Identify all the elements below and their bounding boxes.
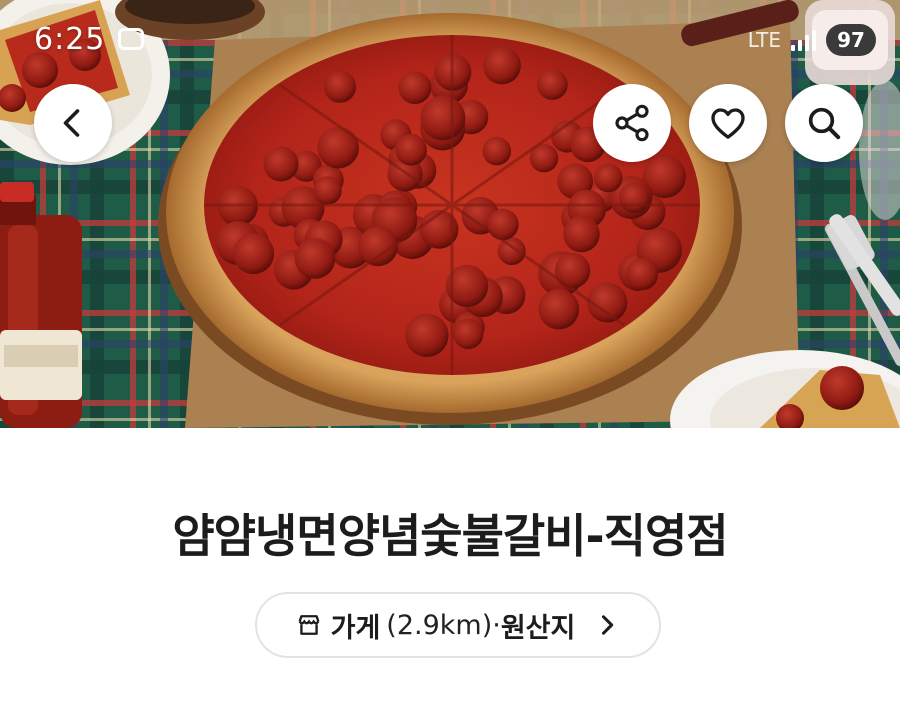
pepperoni-slice — [482, 136, 512, 166]
store-name: 얌얌냉면양념숯불갈비-직영점 — [172, 509, 728, 563]
pepperoni-slice — [537, 69, 568, 100]
pepperoni-slice — [233, 233, 275, 275]
pepperoni-slice — [554, 252, 591, 289]
pepperoni-slice — [483, 46, 521, 85]
info-separator: · — [492, 609, 501, 641]
search-button[interactable] — [785, 84, 863, 162]
pepperoni-slice — [323, 70, 356, 103]
pepperoni-slice — [420, 95, 466, 141]
status-time: 6:25 — [34, 22, 106, 57]
hero-image — [0, 0, 900, 428]
pepperoni-slice — [263, 146, 299, 182]
pepperoni-slice — [398, 71, 432, 105]
pepperoni-slice — [317, 126, 360, 169]
search-icon — [808, 107, 841, 140]
screenshot-icon — [118, 28, 144, 50]
pepperoni-slice — [487, 208, 519, 241]
pepperoni-slice — [313, 176, 342, 205]
pepperoni-slice — [395, 134, 427, 166]
network-indicator: LTE — [747, 28, 781, 52]
heart-icon — [711, 108, 745, 139]
pepperoni-slice — [405, 313, 449, 357]
status-indicators: LTE 97 — [748, 24, 876, 56]
pepperoni-slice — [593, 163, 623, 193]
pepperoni-slice — [453, 318, 484, 349]
signal-icon — [791, 29, 816, 51]
back-button[interactable] — [34, 84, 112, 162]
store-icon — [298, 615, 320, 635]
pepperoni-slice — [294, 238, 336, 279]
origin-label: 원산지 — [500, 612, 576, 644]
store-info-text: 가게 (2.9km) · 원산지 — [331, 606, 576, 645]
pepperoni-slice — [618, 182, 650, 214]
chevron-right-icon — [602, 615, 614, 635]
share-icon — [615, 104, 649, 142]
pepperoni-slice — [538, 288, 580, 330]
battery-indicator: 97 — [826, 24, 876, 56]
pepperoni-slice — [563, 215, 600, 253]
store-info-label: 가게 — [330, 612, 381, 644]
store-info-button[interactable]: 가게 (2.9km) · 원산지 — [255, 592, 661, 658]
like-button[interactable] — [689, 84, 767, 162]
chevron-left-icon — [63, 109, 80, 137]
pepperoni-slice — [625, 258, 659, 291]
share-button[interactable] — [593, 84, 671, 162]
store-distance: (2.9km) — [386, 609, 493, 641]
